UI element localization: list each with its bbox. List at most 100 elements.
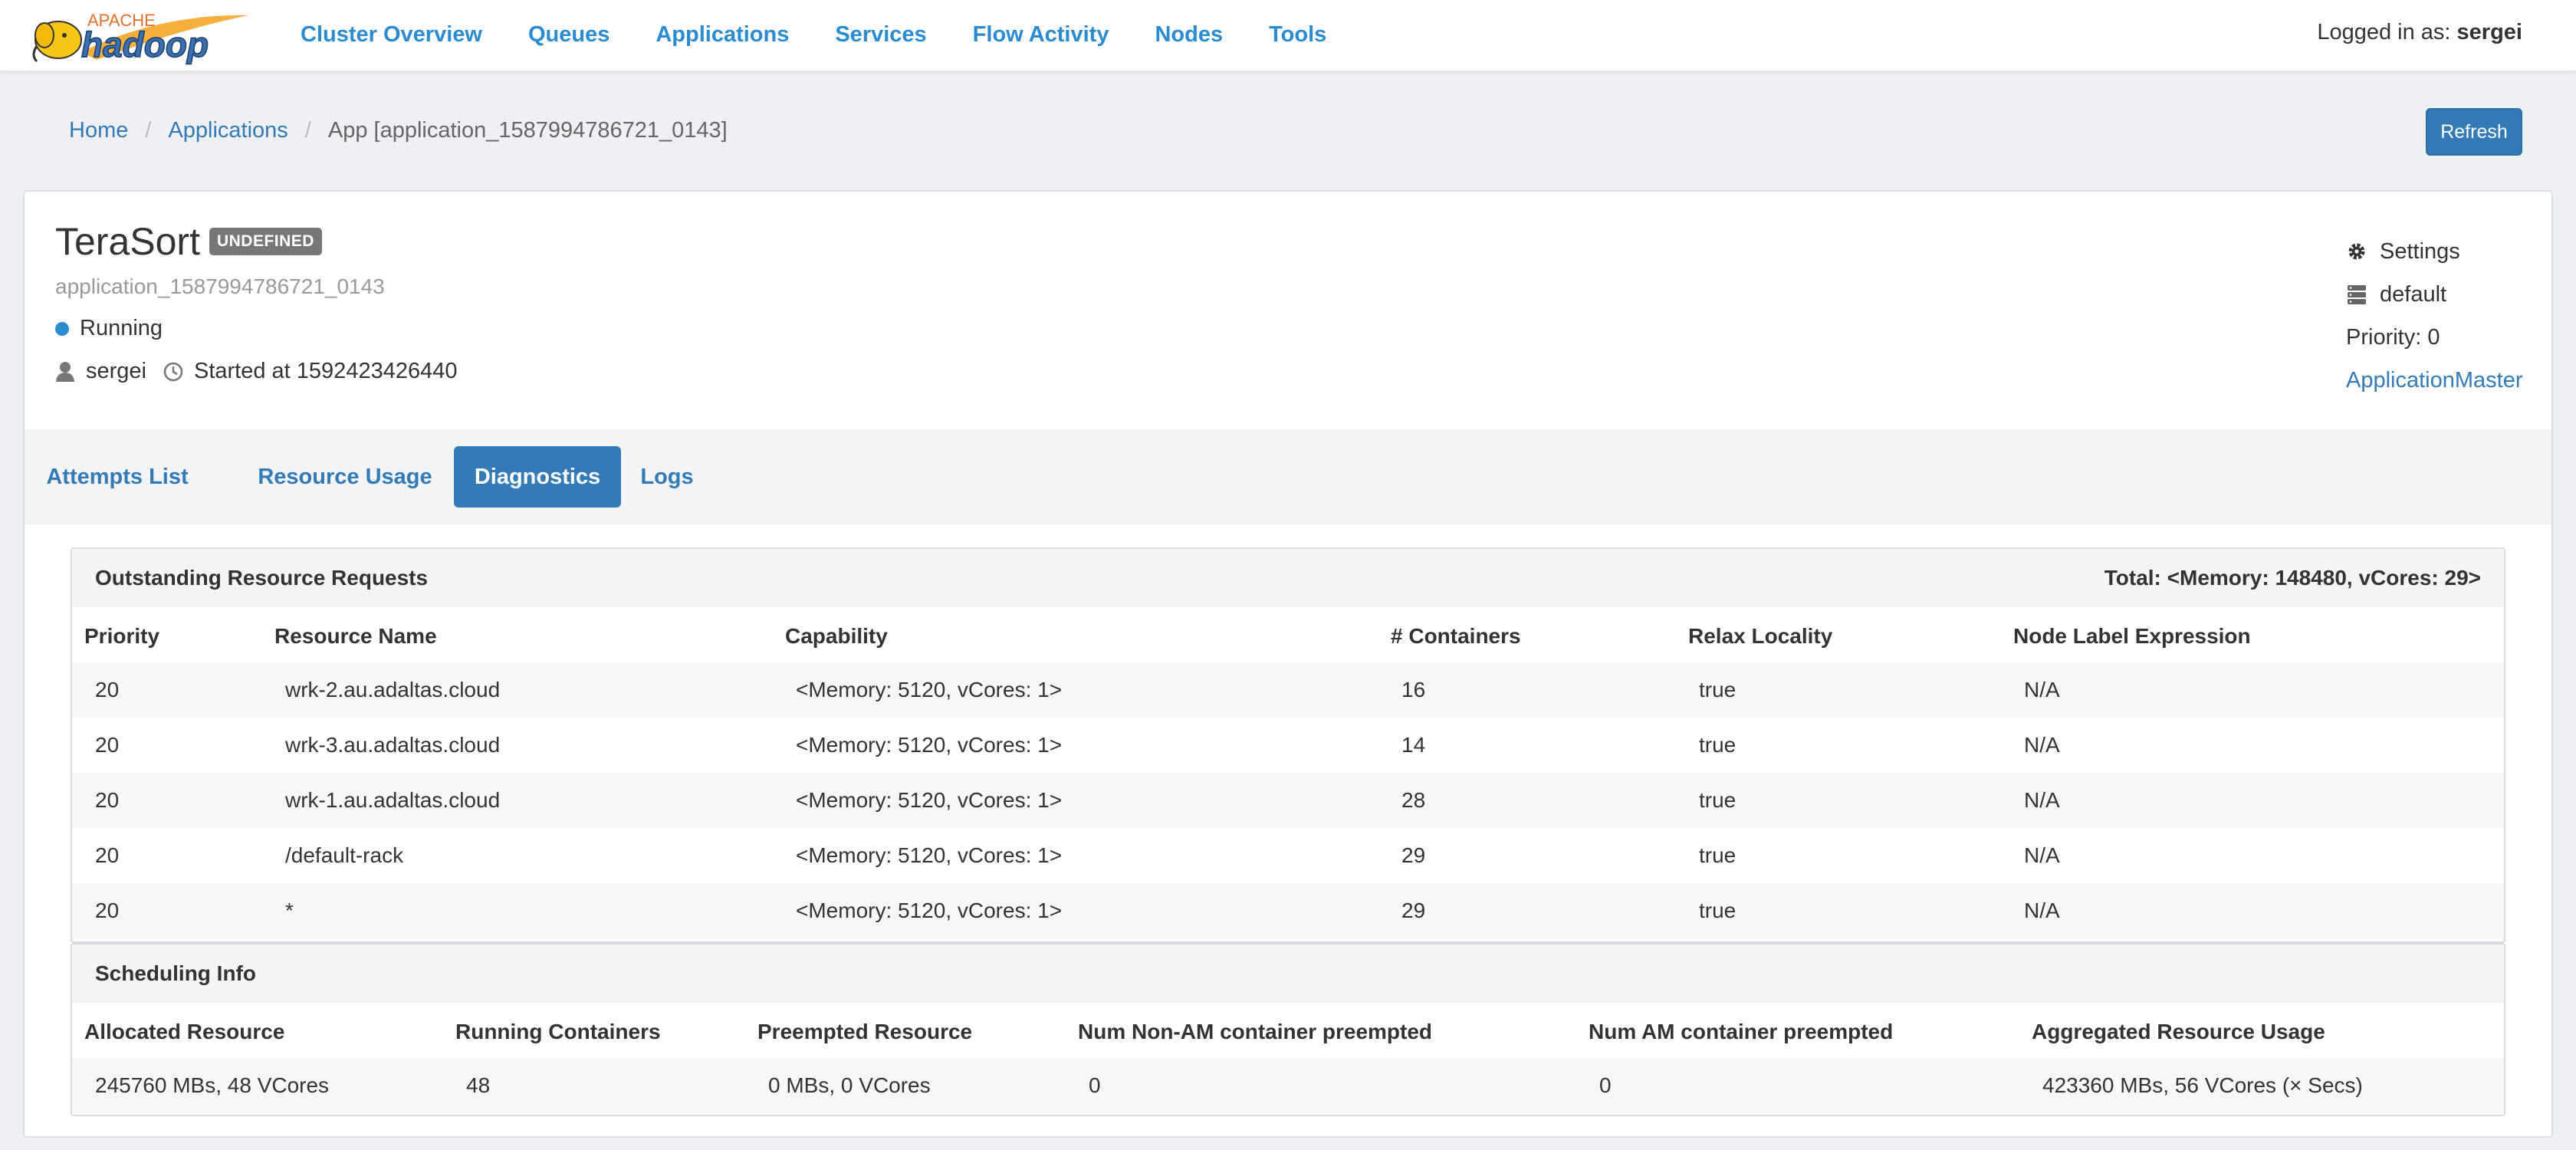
app-detail-panel: TeraSort UNDEFINED application_158799478… bbox=[23, 190, 2553, 1138]
column-header: # Containers bbox=[1391, 624, 1521, 648]
table-row: 20 wrk-1.au.adaltas.cloud <Memory: 5120,… bbox=[72, 773, 2504, 828]
cell-resource-name: /default-rack bbox=[285, 843, 404, 867]
cell-resource-name: wrk-2.au.adaltas.cloud bbox=[285, 678, 501, 702]
app-title: TeraSort UNDEFINED bbox=[55, 219, 322, 264]
breadcrumb-applications[interactable]: Applications bbox=[168, 118, 288, 143]
resource-requests-title: Outstanding Resource Requests bbox=[95, 566, 429, 590]
priority-label: Priority: 0 bbox=[2346, 324, 2440, 350]
column-header: Relax Locality bbox=[1688, 624, 1833, 648]
nav-tools[interactable]: Tools bbox=[1269, 22, 1326, 48]
cell-node-label: N/A bbox=[2024, 788, 2060, 812]
clock-icon bbox=[163, 362, 183, 381]
nav-queues[interactable]: Queues bbox=[528, 22, 610, 48]
breadcrumb-home[interactable]: Home bbox=[69, 118, 128, 143]
cell-resource-name: wrk-1.au.adaltas.cloud bbox=[285, 788, 501, 812]
nav-services[interactable]: Services bbox=[835, 22, 926, 48]
cell-priority: 20 bbox=[95, 899, 120, 922]
column-header: Aggregated Resource Usage bbox=[2032, 1020, 2325, 1043]
cell-containers: 29 bbox=[1401, 843, 1426, 867]
cell-node-label: N/A bbox=[2024, 733, 2060, 757]
tabs-bar: Attempts List Resource Usage Diagnostics… bbox=[25, 429, 2551, 524]
nav-flow-activity[interactable]: Flow Activity bbox=[973, 22, 1109, 48]
priority-row: Priority: 0 bbox=[2346, 316, 2523, 359]
cell-containers: 28 bbox=[1401, 788, 1426, 812]
cell-capability: <Memory: 5120, vCores: 1> bbox=[796, 899, 1063, 922]
breadcrumb: Home / Applications / App [application_1… bbox=[69, 118, 728, 143]
tab-resource-usage[interactable]: Resource Usage bbox=[245, 446, 445, 508]
cell-non-am-preempted: 0 bbox=[1089, 1073, 1101, 1097]
application-master-link[interactable]: ApplicationMaster bbox=[2346, 368, 2523, 393]
cell-containers: 29 bbox=[1401, 899, 1426, 922]
table-row: 20 /default-rack <Memory: 5120, vCores: … bbox=[72, 828, 2504, 883]
column-header: Num AM container preempted bbox=[1589, 1020, 1894, 1043]
cell-node-label: N/A bbox=[2024, 678, 2060, 702]
resource-requests-column-headers: Priority Resource Name Capability # Cont… bbox=[72, 607, 2504, 662]
app-started-at: Started at 1592423426440 bbox=[194, 359, 458, 383]
resource-requests-header: Outstanding Resource Requests Total: <Me… bbox=[72, 549, 2504, 607]
cell-capability: <Memory: 5120, vCores: 1> bbox=[796, 843, 1063, 867]
scheduling-info-title: Scheduling Info bbox=[95, 961, 256, 985]
top-navbar: APACHE hadoop Cluster Overview Queues Ap… bbox=[0, 0, 2576, 72]
cell-containers: 14 bbox=[1401, 733, 1426, 757]
logo-main-text: hadoop bbox=[81, 25, 209, 64]
app-state: Running bbox=[55, 316, 163, 341]
cell-am-preempted: 0 bbox=[1599, 1073, 1612, 1097]
cell-capability: <Memory: 5120, vCores: 1> bbox=[796, 678, 1063, 702]
table-row: 20 wrk-3.au.adaltas.cloud <Memory: 5120,… bbox=[72, 718, 2504, 773]
cell-allocated-resource: 245760 MBs, 48 VCores bbox=[95, 1073, 330, 1097]
tab-attempts-list[interactable]: Attempts List bbox=[46, 446, 189, 508]
resource-requests-table: Outstanding Resource Requests Total: <Me… bbox=[71, 547, 2505, 943]
cell-node-label: N/A bbox=[2024, 899, 2060, 922]
column-header: Priority bbox=[84, 624, 160, 648]
cell-aggregated-usage: 423360 MBs, 56 VCores (× Secs) bbox=[2042, 1073, 2363, 1097]
scheduling-info-column-headers: Allocated Resource Running Containers Pr… bbox=[72, 1003, 2504, 1058]
cell-priority: 20 bbox=[95, 733, 120, 757]
column-header: Allocated Resource bbox=[84, 1020, 285, 1043]
logged-in-user: Logged in as: sergei bbox=[2317, 20, 2522, 45]
server-stack-icon bbox=[2348, 285, 2366, 304]
refresh-button[interactable]: Refresh bbox=[2426, 108, 2522, 156]
cell-containers: 16 bbox=[1401, 678, 1426, 702]
cell-priority: 20 bbox=[95, 678, 120, 702]
hadoop-logo[interactable]: APACHE hadoop bbox=[28, 6, 250, 66]
app-state-label: Running bbox=[80, 316, 163, 340]
settings-label: Settings bbox=[2380, 238, 2460, 264]
cell-node-label: N/A bbox=[2024, 843, 2060, 867]
column-header: Capability bbox=[785, 624, 888, 648]
cell-capability: <Memory: 5120, vCores: 1> bbox=[796, 788, 1063, 812]
column-header: Num Non-AM container preempted bbox=[1078, 1020, 1433, 1043]
table-row: 245760 MBs, 48 VCores 48 0 MBs, 0 VCores… bbox=[72, 1058, 2504, 1113]
login-prefix: Logged in as: bbox=[2317, 20, 2451, 44]
nav-nodes[interactable]: Nodes bbox=[1155, 22, 1223, 48]
final-status-badge: UNDEFINED bbox=[209, 228, 322, 255]
cell-priority: 20 bbox=[95, 788, 120, 812]
cell-preempted-resource: 0 MBs, 0 VCores bbox=[768, 1073, 931, 1097]
cell-relax-locality: true bbox=[1699, 733, 1737, 757]
login-username: sergei bbox=[2456, 20, 2522, 44]
cell-priority: 20 bbox=[95, 843, 120, 867]
table-row: 20 * <Memory: 5120, vCores: 1> 29 true N… bbox=[72, 883, 2504, 938]
column-header: Node Label Expression bbox=[2013, 624, 2251, 648]
app-name: TeraSort bbox=[55, 220, 200, 263]
queue-row: default bbox=[2346, 273, 2523, 316]
column-header: Resource Name bbox=[274, 624, 437, 648]
tab-logs[interactable]: Logs bbox=[638, 446, 696, 508]
table-row: 20 wrk-2.au.adaltas.cloud <Memory: 5120,… bbox=[72, 662, 2504, 718]
cell-resource-name: * bbox=[285, 899, 294, 922]
user-icon bbox=[56, 361, 74, 382]
app-user: sergei bbox=[86, 359, 146, 383]
cell-relax-locality: true bbox=[1699, 678, 1737, 702]
settings-row[interactable]: Settings bbox=[2346, 230, 2523, 273]
breadcrumb-current: App [application_1587994786721_0143] bbox=[327, 118, 728, 143]
scheduling-info-table: Scheduling Info Allocated Resource Runni… bbox=[71, 943, 2505, 1116]
cell-relax-locality: true bbox=[1699, 899, 1737, 922]
cell-capability: <Memory: 5120, vCores: 1> bbox=[796, 733, 1063, 757]
nav-links: Cluster Overview Queues Applications Ser… bbox=[301, 0, 1372, 69]
nav-applications[interactable]: Applications bbox=[656, 22, 789, 48]
column-header: Running Containers bbox=[455, 1020, 661, 1043]
cell-relax-locality: true bbox=[1699, 788, 1737, 812]
cell-relax-locality: true bbox=[1699, 843, 1737, 867]
tab-diagnostics[interactable]: Diagnostics bbox=[454, 446, 621, 508]
breadcrumb-separator: / bbox=[304, 118, 311, 143]
nav-cluster-overview[interactable]: Cluster Overview bbox=[301, 22, 482, 48]
